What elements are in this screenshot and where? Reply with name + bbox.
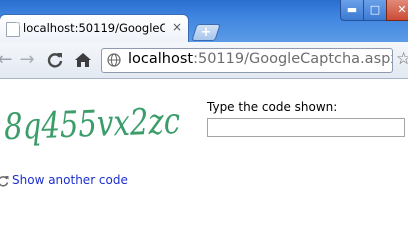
- reload-arrow-icon: [47, 53, 63, 68]
- new-tab-button[interactable]: +: [191, 24, 221, 41]
- tab-title: localhost:50119/GoogleC...: [23, 21, 165, 35]
- bookmark-star-icon[interactable]: ☆: [396, 50, 408, 68]
- browser-toolbar: ← → localhost:50119/GoogleCaptcha.aspx ☆: [0, 42, 408, 79]
- close-window-button[interactable]: ✕: [386, 0, 408, 21]
- refresh-icon[interactable]: [0, 175, 9, 187]
- code-prompt-label: Type the code shown:: [207, 100, 338, 114]
- tab-close-icon[interactable]: ×: [170, 20, 184, 34]
- home-icon[interactable]: [74, 51, 92, 69]
- browser-tab-active[interactable]: localhost:50119/GoogleC... ×: [0, 15, 188, 42]
- captcha-code-text: 8q455vx2zc: [4, 101, 181, 148]
- captcha-image: 8q455vx2zc: [4, 101, 181, 148]
- plus-icon: +: [200, 25, 212, 40]
- house-icon: [75, 53, 91, 67]
- globe-icon: [107, 53, 121, 67]
- captcha-code-input[interactable]: [207, 118, 405, 137]
- address-bar[interactable]: localhost:50119/GoogleCaptcha.aspx: [101, 48, 393, 73]
- reload-icon[interactable]: [46, 51, 64, 69]
- browser-title-bar: localhost:50119/GoogleC... × + ▬ □ ✕: [0, 0, 408, 42]
- address-url: localhost:50119/GoogleCaptcha.aspx: [128, 51, 393, 67]
- maximize-button[interactable]: □: [363, 0, 387, 21]
- url-host: localhost: [128, 51, 194, 67]
- show-another-code-link[interactable]: Show another code: [12, 173, 128, 187]
- forward-arrow-icon[interactable]: →: [18, 51, 36, 69]
- url-path: :50119/GoogleCaptcha.aspx: [193, 51, 393, 67]
- back-arrow-icon[interactable]: ←: [0, 51, 14, 69]
- minimize-button[interactable]: ▬: [340, 0, 364, 21]
- page-favicon-icon: [6, 22, 20, 37]
